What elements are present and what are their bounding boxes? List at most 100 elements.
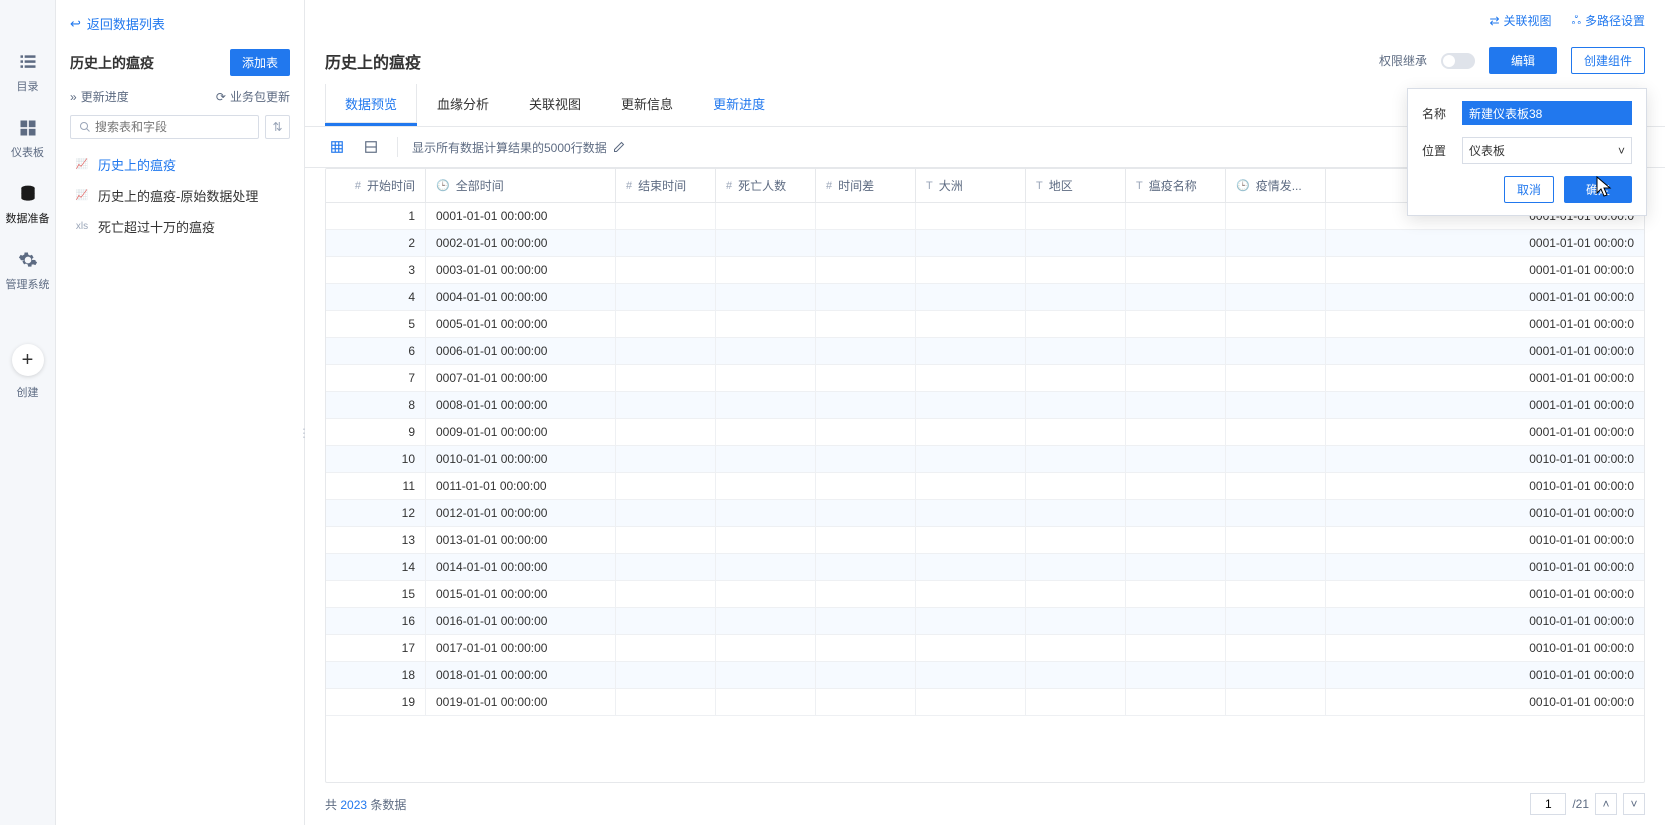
col-deaths[interactable]: #死亡人数 xyxy=(716,169,816,202)
table-row[interactable]: 40004-01-01 00:00:000001-01-01 00:00:0 xyxy=(326,284,1644,311)
tab-preview[interactable]: 数据预览 xyxy=(325,84,417,126)
col-name[interactable]: T瘟疫名称 xyxy=(1126,169,1226,202)
sidebar-item-raw[interactable]: 📈 历史上的瘟疫-原始数据处理 xyxy=(70,180,290,211)
cell-idx: 9 xyxy=(326,419,426,445)
view-card-button[interactable] xyxy=(359,135,383,159)
col-region[interactable]: T地区 xyxy=(1026,169,1126,202)
nav-dataprep[interactable]: 数据准备 xyxy=(0,172,56,238)
cell-region xyxy=(1026,527,1126,553)
main: ⇄ 关联视图 ஃ 多路径设置 历史上的瘟疫 权限继承 编辑 创建组件 数据预览 … xyxy=(305,0,1665,825)
tab-update-progress[interactable]: 更新进度 xyxy=(693,84,785,126)
cell-idx: 18 xyxy=(326,662,426,688)
back-link[interactable]: ↩ 返回数据列表 xyxy=(70,10,290,37)
table-row[interactable]: 110011-01-01 00:00:000010-01-01 00:00:0 xyxy=(326,473,1644,500)
table-row[interactable]: 150015-01-01 00:00:000010-01-01 00:00:0 xyxy=(326,581,1644,608)
col-source[interactable]: 🕒疫情发... xyxy=(1226,169,1326,202)
col-continent[interactable]: T大洲 xyxy=(916,169,1026,202)
table-row[interactable]: 60006-01-01 00:00:000001-01-01 00:00:0 xyxy=(326,338,1644,365)
table-row[interactable]: 20002-01-01 00:00:000001-01-01 00:00:0 xyxy=(326,230,1644,257)
col-start[interactable]: #开始时间 xyxy=(326,169,426,202)
cell-region xyxy=(1026,419,1126,445)
cell-end xyxy=(616,500,716,526)
update-progress-link[interactable]: » 更新进度 xyxy=(70,88,129,105)
page-input[interactable] xyxy=(1530,793,1566,815)
sort-button[interactable]: ⇅ xyxy=(265,115,290,139)
link-relation-view[interactable]: ⇄ 关联视图 xyxy=(1489,12,1551,29)
page-next-button[interactable]: ˅ xyxy=(1623,793,1645,815)
popover-cancel-button[interactable]: 取消 xyxy=(1504,176,1554,203)
popover-loc-select[interactable]: 仪表板 ˅ xyxy=(1462,137,1632,164)
cell-name xyxy=(1126,365,1226,391)
cell-end xyxy=(616,581,716,607)
sidebar-item-plague[interactable]: 📈 历史上的瘟疫 xyxy=(70,149,290,180)
edit-icon[interactable] xyxy=(613,141,625,153)
nav-catalog[interactable]: 目录 xyxy=(0,40,56,106)
table-row[interactable]: 140014-01-01 00:00:000010-01-01 00:00:0 xyxy=(326,554,1644,581)
nav-dashboard[interactable]: 仪表板 xyxy=(0,106,56,172)
create-widget-button[interactable]: 创建组件 xyxy=(1571,47,1645,74)
cell-idx: 5 xyxy=(326,311,426,337)
cell-idx: 17 xyxy=(326,635,426,661)
table-row[interactable]: 70007-01-01 00:00:000001-01-01 00:00:0 xyxy=(326,365,1644,392)
upload-icon: ⟳ xyxy=(216,90,226,104)
table-row[interactable]: 50005-01-01 00:00:000001-01-01 00:00:0 xyxy=(326,311,1644,338)
cell-src xyxy=(1226,554,1326,580)
table-row[interactable]: 130013-01-01 00:00:000010-01-01 00:00:0 xyxy=(326,527,1644,554)
cell-deaths xyxy=(716,365,816,391)
back-label: 返回数据列表 xyxy=(87,14,165,33)
edit-button[interactable]: 编辑 xyxy=(1489,47,1557,74)
table-row[interactable]: 170017-01-01 00:00:000010-01-01 00:00:0 xyxy=(326,635,1644,662)
cell-end xyxy=(616,689,716,715)
col-end[interactable]: #结束时间 xyxy=(616,169,716,202)
cell-idx: 15 xyxy=(326,581,426,607)
cell-src xyxy=(1226,473,1326,499)
cell-idx: 10 xyxy=(326,446,426,472)
grid-body[interactable]: 10001-01-01 00:00:000001-01-01 00:00:020… xyxy=(326,203,1644,782)
view-grid-button[interactable] xyxy=(325,135,349,159)
add-table-button[interactable]: 添加表 xyxy=(230,49,290,76)
table-row[interactable]: 190019-01-01 00:00:000010-01-01 00:00:0 xyxy=(326,689,1644,716)
popover-confirm-button[interactable]: 确定 xyxy=(1564,176,1632,203)
package-update-link[interactable]: ⟳ 业务包更新 xyxy=(216,88,290,105)
nav-admin[interactable]: 管理系统 xyxy=(0,238,56,304)
chevron-down-icon: ˅ xyxy=(1618,144,1625,158)
cell-diff xyxy=(816,392,916,418)
table-row[interactable]: 120012-01-01 00:00:000010-01-01 00:00:0 xyxy=(326,500,1644,527)
search-input[interactable] xyxy=(95,120,250,134)
cell-all: 0007-01-01 00:00:00 xyxy=(426,365,616,391)
popover-loc-label: 位置 xyxy=(1422,142,1452,159)
tab-relation[interactable]: 关联视图 xyxy=(509,84,601,126)
sidebar-item-hundredk[interactable]: xls 死亡超过十万的瘟疫 xyxy=(70,211,290,242)
cell-deaths xyxy=(716,473,816,499)
nav-label: 目录 xyxy=(17,78,39,94)
table-row[interactable]: 180018-01-01 00:00:000010-01-01 00:00:0 xyxy=(326,662,1644,689)
cell-continent xyxy=(916,527,1026,553)
cell-region xyxy=(1026,446,1126,472)
popover-name-input[interactable] xyxy=(1462,101,1632,125)
nav-create-button[interactable]: + xyxy=(12,344,44,376)
cell-diff xyxy=(816,500,916,526)
cell-src xyxy=(1226,365,1326,391)
cell-src xyxy=(1226,581,1326,607)
table-row[interactable]: 90009-01-01 00:00:000001-01-01 00:00:0 xyxy=(326,419,1644,446)
table-row[interactable]: 100010-01-01 00:00:000010-01-01 00:00:0 xyxy=(326,446,1644,473)
col-diff[interactable]: #时间差 xyxy=(816,169,916,202)
table-row[interactable]: 160016-01-01 00:00:000010-01-01 00:00:0 xyxy=(326,608,1644,635)
cell-idx: 11 xyxy=(326,473,426,499)
cell-idx: 14 xyxy=(326,554,426,580)
cell-continent xyxy=(916,419,1026,445)
sidebar: ↩ 返回数据列表 历史上的瘟疫 添加表 » 更新进度 ⟳ 业务包更新 xyxy=(56,0,305,825)
page-prev-button[interactable]: ˄ xyxy=(1595,793,1617,815)
tab-lineage[interactable]: 血缘分析 xyxy=(417,84,509,126)
cell-end xyxy=(616,635,716,661)
cell-last: 0010-01-01 00:00:0 xyxy=(1326,608,1644,634)
table-row[interactable]: 80008-01-01 00:00:000001-01-01 00:00:0 xyxy=(326,392,1644,419)
cell-continent xyxy=(916,203,1026,229)
table-row[interactable]: 30003-01-01 00:00:000001-01-01 00:00:0 xyxy=(326,257,1644,284)
col-all[interactable]: 🕒全部时间 xyxy=(426,169,616,202)
link-multipath[interactable]: ஃ 多路径设置 xyxy=(1572,12,1645,29)
tab-update-info[interactable]: 更新信息 xyxy=(601,84,693,126)
permission-toggle[interactable] xyxy=(1441,53,1475,69)
cell-last: 0010-01-01 00:00:0 xyxy=(1326,446,1644,472)
search-input-wrap[interactable] xyxy=(70,115,259,139)
